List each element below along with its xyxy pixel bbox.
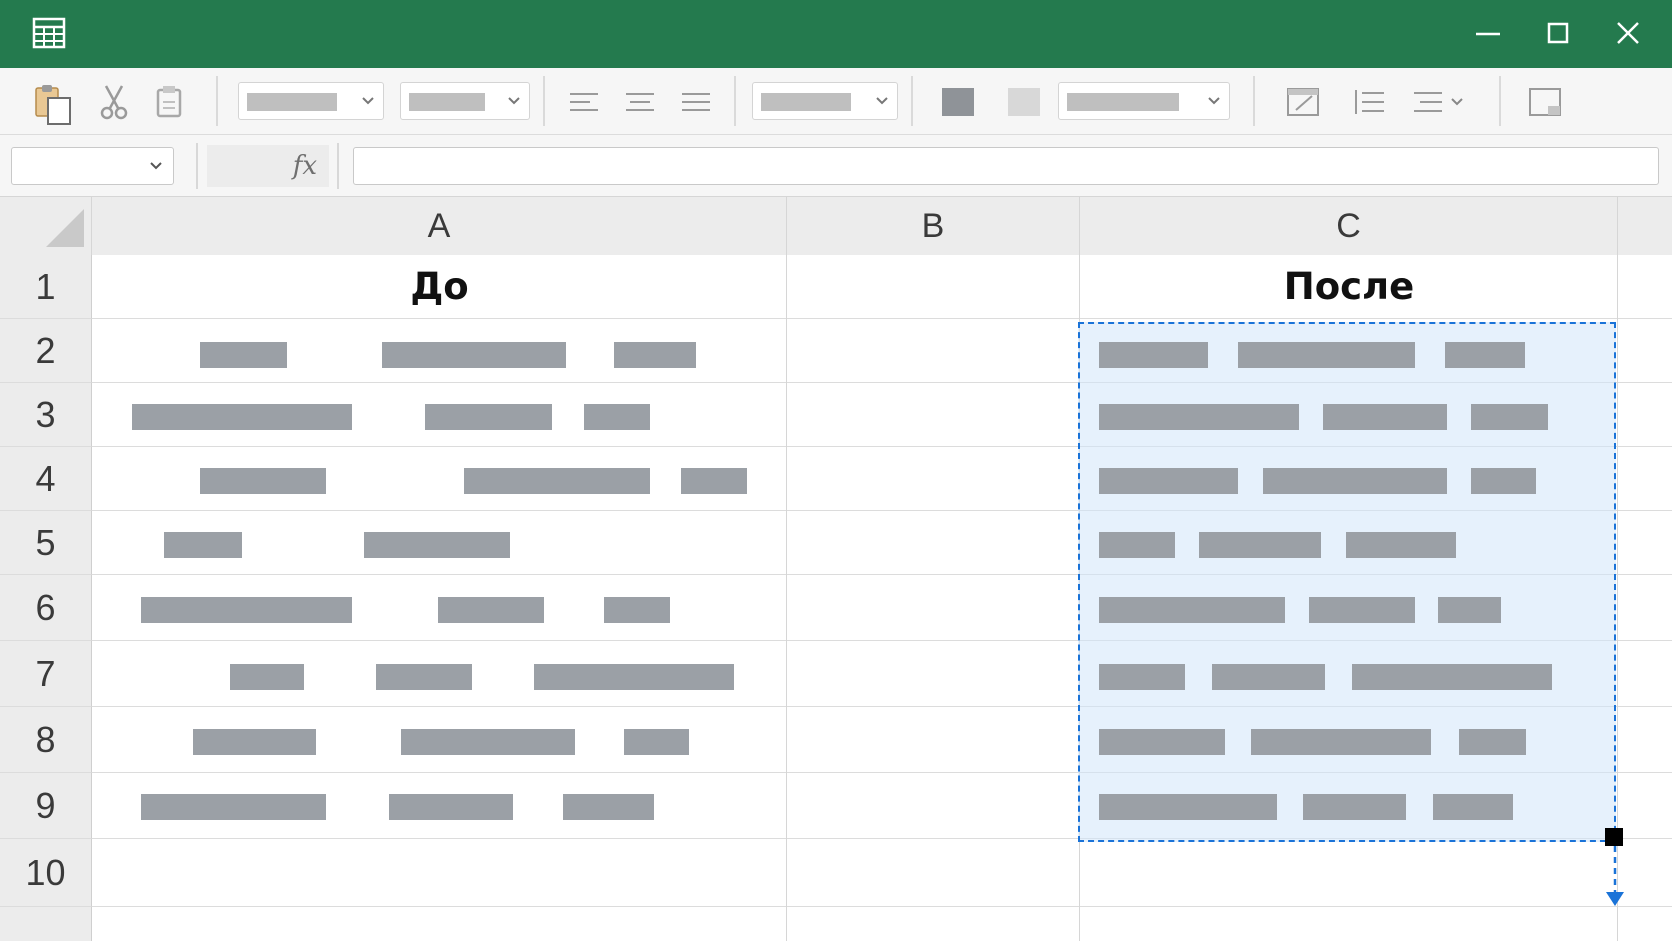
- row-header-6[interactable]: 6: [0, 575, 92, 641]
- cell-a4-text: [200, 468, 326, 494]
- cell-c4-text: [1099, 468, 1238, 494]
- cell-a3-text: [425, 404, 552, 430]
- maximize-icon[interactable]: [1536, 14, 1580, 54]
- cell-c6-text: [1309, 597, 1415, 623]
- cell-a3-text: [584, 404, 650, 430]
- cut-icon[interactable]: [96, 82, 132, 122]
- cell-a5-text: [164, 532, 242, 558]
- cell-a4-text: [464, 468, 650, 494]
- cell-a6-text: [438, 597, 544, 623]
- cell-c2-text: [1445, 342, 1525, 368]
- minimize-icon[interactable]: [1466, 14, 1510, 54]
- cell-c8-text: [1459, 729, 1526, 755]
- cell-a9-text: [141, 794, 326, 820]
- cell-c3-text: [1323, 404, 1447, 430]
- font-size-dropdown[interactable]: [400, 82, 530, 120]
- row-header-10[interactable]: 10: [0, 839, 92, 907]
- ribbon-toolbar: [0, 68, 1672, 135]
- fill-handle[interactable]: [1605, 828, 1623, 846]
- font-color-icon[interactable]: [1008, 82, 1040, 122]
- insert-function-button[interactable]: fx: [207, 145, 329, 187]
- cell-c9-text: [1433, 794, 1513, 820]
- format-table-icon[interactable]: [1286, 82, 1320, 122]
- align-center-icon[interactable]: [624, 82, 656, 122]
- close-icon[interactable]: [1606, 14, 1650, 54]
- cell-a8-text: [624, 729, 689, 755]
- row-header-5[interactable]: 5: [0, 511, 92, 575]
- cell-c1[interactable]: После: [1080, 255, 1618, 319]
- row-header-9[interactable]: 9: [0, 773, 92, 839]
- cell-a3-text: [132, 404, 352, 430]
- select-all-corner[interactable]: [0, 197, 92, 255]
- row-header-7[interactable]: 7: [0, 641, 92, 707]
- column-header-b[interactable]: B: [787, 197, 1080, 255]
- cell-a9-text: [563, 794, 654, 820]
- cell-c5-text: [1199, 532, 1321, 558]
- row-header-11[interactable]: [0, 907, 92, 941]
- cell-a8-text: [401, 729, 575, 755]
- formula-bar: fx: [0, 135, 1672, 197]
- cell-c8-text: [1251, 729, 1431, 755]
- align-justify-icon[interactable]: [680, 82, 712, 122]
- cell-a4-text: [681, 468, 747, 494]
- list-icon[interactable]: [1352, 82, 1386, 122]
- cell-a7-text: [376, 664, 472, 690]
- cell-c6-text: [1438, 597, 1501, 623]
- cell-c8-text: [1099, 729, 1225, 755]
- cell-c2-text: [1099, 342, 1208, 368]
- cell-c7-text: [1212, 664, 1325, 690]
- chart-icon[interactable]: [1528, 82, 1562, 122]
- cell-a7-text: [230, 664, 304, 690]
- cell-a5-text: [364, 532, 510, 558]
- fx-label: fx: [292, 151, 317, 181]
- row-header-1[interactable]: 1: [0, 255, 92, 319]
- align-left-icon[interactable]: [568, 82, 600, 122]
- cell-c9-text: [1099, 794, 1277, 820]
- fill-color-icon[interactable]: [942, 82, 974, 122]
- column-header-a[interactable]: A: [92, 197, 787, 255]
- row-header-4[interactable]: 4: [0, 447, 92, 511]
- row-header-2[interactable]: 2: [0, 319, 92, 383]
- formula-input[interactable]: [353, 147, 1659, 185]
- copy-selection-marquee[interactable]: [1078, 322, 1616, 842]
- style-dropdown[interactable]: [1058, 82, 1230, 120]
- cell-a6-text: [604, 597, 670, 623]
- cell-c7-text: [1352, 664, 1552, 690]
- cell-a2-text: [614, 342, 696, 368]
- cell-c6-text: [1099, 597, 1285, 623]
- row-header-3[interactable]: 3: [0, 383, 92, 447]
- cell-a2-text: [200, 342, 287, 368]
- column-header-c[interactable]: C: [1080, 197, 1618, 255]
- cell-c4-text: [1471, 468, 1536, 494]
- column-header-next[interactable]: [1618, 197, 1672, 255]
- cell-a1[interactable]: До: [92, 255, 787, 319]
- cell-c3-text: [1099, 404, 1299, 430]
- copy-icon[interactable]: [152, 82, 188, 122]
- cell-c5-text: [1346, 532, 1456, 558]
- cell-a7-text: [534, 664, 734, 690]
- title-bar: [0, 0, 1672, 68]
- name-box[interactable]: [11, 147, 174, 185]
- cell-a9-text: [389, 794, 513, 820]
- cell-c2-text: [1238, 342, 1415, 368]
- drag-down-arrow-icon: [1606, 846, 1624, 906]
- cell-c7-text: [1099, 664, 1185, 690]
- row-header-8[interactable]: 8: [0, 707, 92, 773]
- cell-c4-text: [1263, 468, 1447, 494]
- cell-c9-text: [1303, 794, 1406, 820]
- table-row: [92, 839, 1672, 907]
- cell-a2-text: [382, 342, 566, 368]
- paste-icon[interactable]: [32, 82, 76, 125]
- number-format-dropdown[interactable]: [752, 82, 898, 120]
- cell-c5-text: [1099, 532, 1175, 558]
- font-family-dropdown[interactable]: [238, 82, 384, 120]
- cell-a6-text: [141, 597, 352, 623]
- cell-a8-text: [193, 729, 316, 755]
- indent-dropdown[interactable]: [1412, 82, 1468, 122]
- spreadsheet-icon: [32, 16, 68, 52]
- cell-c3-text: [1471, 404, 1548, 430]
